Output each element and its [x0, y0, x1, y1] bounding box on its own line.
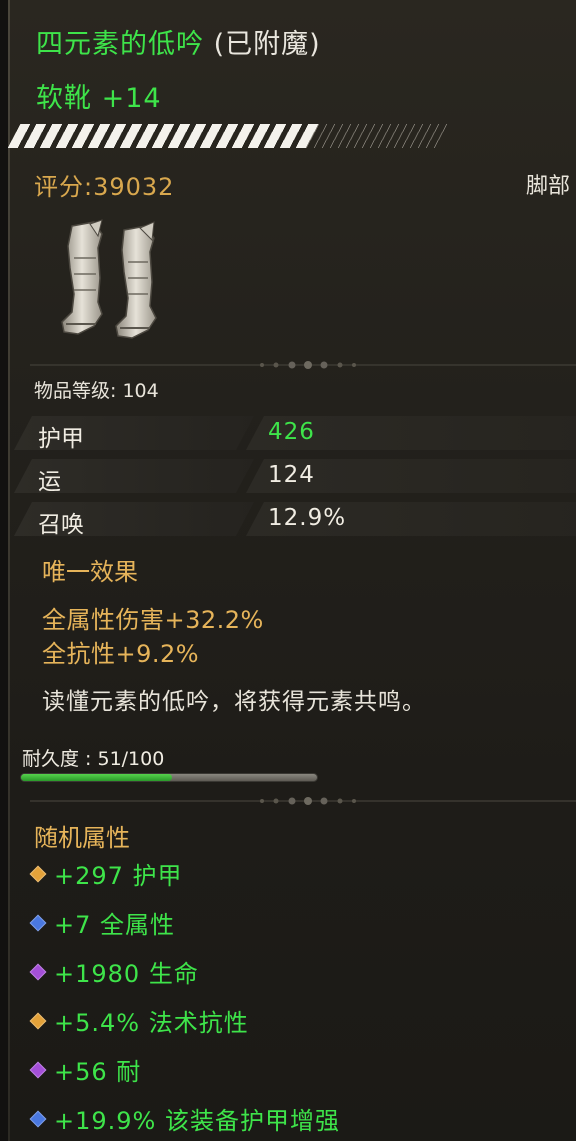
item-tooltip: 四元素的低吟 (已附魔) 软靴 +14 评分:39032 脚部 物品等级: 10… [0, 0, 576, 1141]
stat-row: 召唤 12.9% [14, 502, 576, 538]
unique-effect-title: 唯一效果 [42, 558, 138, 586]
stat-value: 426 [268, 419, 315, 445]
item-level: 物品等级: 104 [34, 380, 159, 402]
unique-effect-line: 全属性伤害+32.2% [42, 606, 264, 634]
boots-icon [61, 219, 157, 339]
divider-ornament [30, 797, 576, 805]
random-attribute-item: +297 护甲 [29, 856, 183, 891]
stat-label: 护甲 [38, 426, 84, 452]
upgrade-progress-empty [303, 124, 449, 148]
divider-ornament [30, 361, 576, 369]
gem-icon [29, 1012, 47, 1030]
random-attribute-text: +5.4% 法术抗性 [54, 1009, 249, 1037]
random-attribute-text: +1980 生命 [54, 960, 199, 988]
durability-bar [20, 773, 318, 782]
durability-label: 耐久度 : 51/100 [22, 748, 165, 770]
random-attribute-item: +56 耐 [29, 1052, 142, 1087]
gem-icon [29, 914, 47, 932]
durability-fill [21, 774, 172, 781]
flavor-text: 读懂元素的低吟，将获得元素共鸣。 [42, 689, 426, 715]
stat-row: 护甲 426 [14, 416, 576, 452]
stat-label: 运 [38, 469, 61, 495]
item-slot: 脚部 [526, 174, 571, 199]
random-attribute-item: +19.9% 该装备护甲增强 [29, 1101, 340, 1136]
gem-icon [29, 1110, 47, 1128]
stat-row: 运 124 [14, 459, 576, 495]
stat-value: 124 [268, 462, 315, 488]
gem-icon [29, 1061, 47, 1079]
random-attribute-item: +7 全属性 [29, 905, 176, 940]
random-attribute-text: +19.9% 该装备护甲增强 [54, 1107, 340, 1135]
random-attribute-text: +7 全属性 [54, 911, 176, 939]
random-attribute-text: +297 护甲 [54, 862, 183, 890]
item-name-text: 四元素的低吟 [36, 29, 204, 60]
random-attribute-item: +1980 生命 [29, 954, 199, 989]
upgrade-progress-bar [7, 124, 321, 148]
item-type-line: 软靴 +14 [36, 83, 162, 114]
stat-label: 召唤 [38, 512, 84, 538]
enchant-tag: (已附魔) [204, 29, 321, 60]
item-score: 评分:39032 [34, 173, 175, 201]
stat-value: 12.9% [268, 505, 347, 531]
gem-icon [29, 865, 47, 883]
gem-icon [29, 963, 47, 981]
unique-effect-line: 全抗性+9.2% [42, 640, 200, 668]
random-attribute-text: +56 耐 [54, 1058, 142, 1086]
item-name: 四元素的低吟 (已附魔) [36, 22, 321, 61]
random-attribute-item: +5.4% 法术抗性 [29, 1003, 249, 1038]
random-attributes-title: 随机属性 [34, 824, 130, 852]
